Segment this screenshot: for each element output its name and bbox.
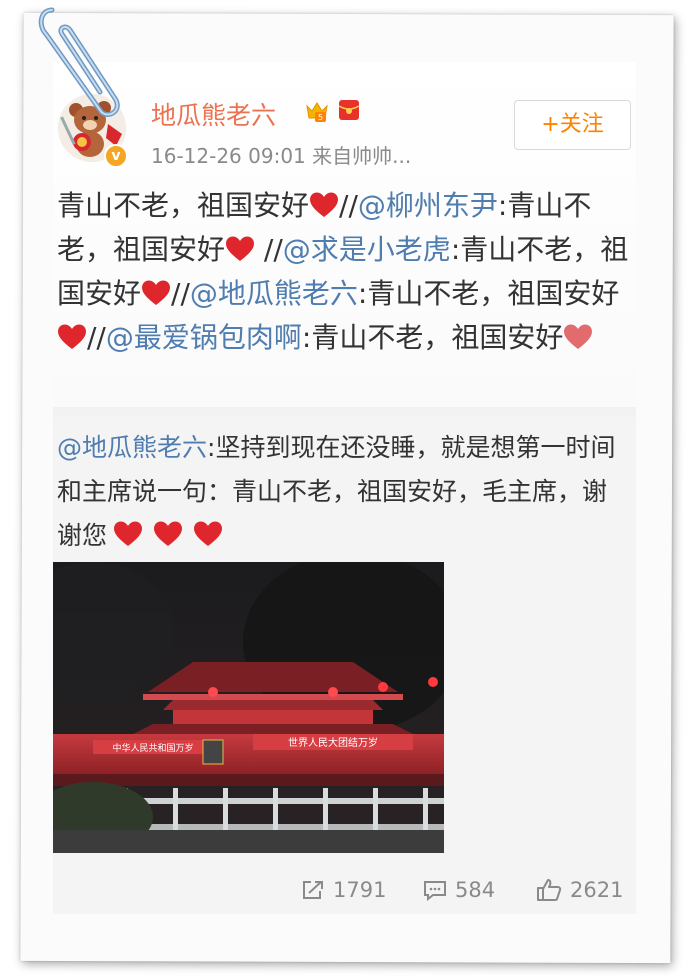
heart-icon [194, 521, 223, 546]
action-bar: 1791 584 2621 [53, 870, 636, 914]
repost-separator: // [255, 233, 283, 266]
mention-link[interactable]: @柳州东尹 [358, 189, 498, 222]
tiananmen-photo: 中华人民共和国万岁 世界人民大团结万岁 [53, 562, 444, 853]
repost-separator: // [87, 321, 106, 354]
verified-badge-icon: v [104, 144, 128, 168]
heart-icon [114, 521, 143, 546]
heart-icon [226, 236, 255, 261]
comment-icon [424, 881, 446, 901]
repost-count: 1791 [333, 878, 387, 902]
comment-count: 584 [455, 878, 496, 902]
post-image[interactable]: 中华人民共和国万岁 世界人民大团结万岁 [53, 562, 444, 853]
right-banner: 世界人民大团结万岁 [288, 736, 378, 749]
username[interactable]: 地瓜熊老六 [151, 96, 276, 132]
paperclip-icon [38, 7, 120, 117]
post-text: 青山不老，祖国安好//@柳州东尹:青山不老，祖国安好 //@求是小老虎:青山不老… [57, 184, 631, 360]
heart-icon [58, 324, 86, 349]
post-meta: 16-12-26 09:01 来自帅帅... [151, 140, 411, 169]
heart-icon [310, 192, 339, 217]
quoted-post-text[interactable]: @地瓜熊老六:坚持到现在还没睡，就是想第一时间和主席说一句：青山不老，祖国安好，… [57, 426, 631, 558]
repost-separator: // [171, 277, 190, 310]
like-count: 2621 [570, 878, 624, 902]
comment-button[interactable]: 584 [423, 878, 495, 902]
post-time: 16-12-26 09:01 [151, 144, 306, 168]
repost-separator: // [339, 189, 358, 222]
source-name[interactable]: 帅帅... [352, 144, 411, 168]
mention-link[interactable]: @地瓜熊老六 [190, 277, 358, 310]
post-segment: :青山不老，祖国安好 [357, 277, 620, 310]
heart-icon [154, 521, 183, 546]
thumbs-up-icon [537, 879, 562, 901]
left-banner: 中华人民共和国万岁 [112, 742, 193, 754]
divider [53, 407, 636, 417]
repost-icon [303, 881, 323, 899]
crown-icon[interactable]: 5 [304, 98, 330, 124]
like-button[interactable]: 2621 [536, 878, 623, 902]
mention-link[interactable]: @最爱锅包肉啊 [106, 321, 302, 354]
repost-button[interactable]: 1791 [301, 878, 386, 902]
follow-button[interactable]: +关注 [514, 100, 631, 150]
post-segment: :青山不老，祖国安好 [301, 321, 564, 354]
source-prefix: 来自 [312, 144, 353, 168]
heart-icon [142, 280, 171, 305]
mention-link[interactable]: @地瓜熊老六 [57, 433, 207, 462]
post-segment: 青山不老，祖国安好 [57, 189, 310, 222]
mention-link[interactable]: @求是小老虎 [283, 233, 451, 266]
red-envelope-icon[interactable] [337, 98, 361, 122]
heart-icon [564, 324, 593, 349]
svg-text:5: 5 [318, 113, 323, 122]
